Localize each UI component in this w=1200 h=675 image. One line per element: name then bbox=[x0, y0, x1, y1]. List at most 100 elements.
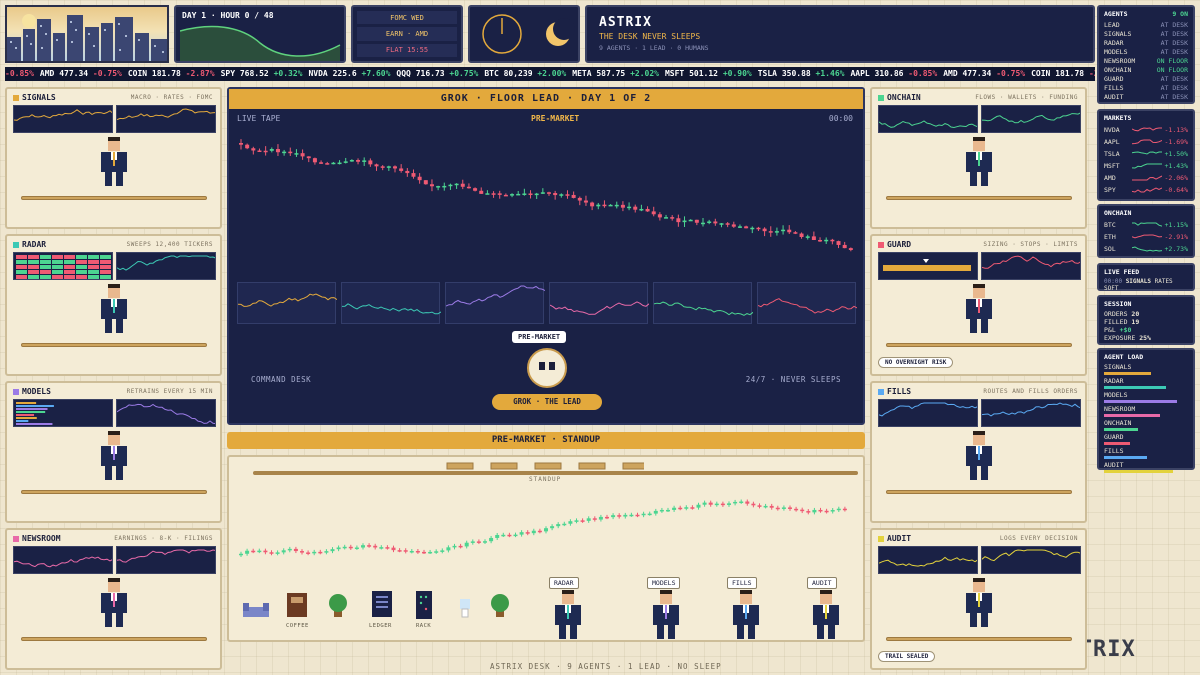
candle bbox=[374, 163, 379, 171]
agent-header: MODELS bbox=[13, 387, 51, 396]
candle bbox=[379, 545, 384, 550]
candle bbox=[446, 545, 451, 553]
agent-panel-audit[interactable]: AUDIT LOGS EVERY DECISION TRAIL SEALED bbox=[870, 528, 1087, 670]
heat-cell bbox=[88, 270, 99, 274]
agent-avatar[interactable] bbox=[97, 578, 131, 628]
server-rack-icon bbox=[416, 591, 432, 619]
candle bbox=[756, 226, 761, 231]
sparkline bbox=[982, 549, 1080, 562]
candle bbox=[583, 195, 588, 206]
candle bbox=[324, 549, 329, 555]
code-line bbox=[16, 414, 35, 416]
agent-avatar[interactable] bbox=[97, 137, 131, 187]
agent-panel-radar[interactable]: RADAR SWEEPS 12,400 TICKERS bbox=[5, 234, 222, 376]
agent-panel-models[interactable]: MODELS RETRAINS EVERY 15 MIN bbox=[5, 381, 222, 523]
agent-color-icon bbox=[13, 388, 19, 395]
heat-cell bbox=[28, 275, 39, 279]
candle bbox=[537, 528, 542, 534]
heat-cell bbox=[76, 255, 87, 259]
agent-avatar[interactable] bbox=[97, 431, 131, 481]
candle bbox=[434, 549, 439, 554]
ticker-price: 768.52 bbox=[239, 69, 269, 78]
candle bbox=[257, 548, 262, 554]
agent-avatar[interactable] bbox=[962, 137, 996, 187]
sofa-icon bbox=[243, 603, 269, 617]
markets-panel: MARKETS NVDA -1.13% AAPL -1.69% TSLA +1.50% MS… bbox=[1097, 109, 1195, 201]
lead-avatar[interactable] bbox=[527, 348, 567, 388]
candle bbox=[848, 247, 853, 252]
load-label: AUDIT bbox=[1104, 461, 1124, 469]
ticker-change: -0.75% bbox=[996, 69, 1026, 78]
market-symbol: SOL bbox=[1104, 245, 1116, 253]
session-label: ORDERS bbox=[1104, 310, 1128, 318]
agent-chart-1 bbox=[878, 399, 978, 427]
agent-panel-fills[interactable]: FILLS ROUTES AND FILLS ORDERS bbox=[870, 381, 1087, 523]
session-label: EXPOSURE bbox=[1104, 334, 1136, 342]
heat-cell bbox=[64, 255, 75, 259]
standup-floor: STANDUP COFFEE LEDGER RACK RADAR MODELS FI… bbox=[227, 455, 865, 642]
agent-status-name: FILLS bbox=[1104, 83, 1124, 92]
session-row: P&L +$0 bbox=[1104, 326, 1188, 334]
mini-chart bbox=[757, 282, 858, 324]
candle bbox=[442, 182, 447, 191]
command-desk-label: COMMAND DESK bbox=[251, 375, 312, 384]
agent-color-icon bbox=[878, 388, 884, 395]
standup-table bbox=[253, 471, 858, 475]
agents-title: AGENTS bbox=[1104, 10, 1128, 18]
agents-status-panel: AGENTS 9 ON LEAD AT DESK SIGNALS AT DESK RADA… bbox=[1097, 5, 1195, 104]
candle bbox=[645, 206, 650, 212]
ticker-change: -0.75% bbox=[92, 69, 122, 78]
agent-panel-newsroom[interactable]: NEWSROOM EARNINGS · 8-K · FILINGS bbox=[5, 528, 222, 670]
candle bbox=[678, 505, 683, 511]
code-line bbox=[16, 405, 54, 407]
candle bbox=[682, 216, 687, 228]
agent-chart-2 bbox=[981, 252, 1081, 280]
agent-color-icon bbox=[878, 535, 884, 542]
candle bbox=[367, 543, 372, 548]
agent-panel-signals[interactable]: SIGNALS MACRO · RATES · FOMC bbox=[5, 87, 222, 229]
mini-sparkline bbox=[653, 301, 754, 316]
agent-avatar[interactable] bbox=[729, 590, 763, 640]
event-earnings: EARN · AMD bbox=[357, 27, 457, 41]
heat-cell bbox=[76, 260, 87, 264]
agent-avatar[interactable] bbox=[97, 284, 131, 334]
candle bbox=[830, 508, 835, 514]
agent-avatar[interactable] bbox=[551, 590, 585, 640]
candle bbox=[269, 550, 274, 556]
agent-avatar[interactable] bbox=[809, 590, 843, 640]
candle bbox=[422, 549, 426, 554]
ticker-symbol: TSLA bbox=[757, 69, 777, 78]
heat-cell bbox=[16, 265, 27, 269]
candle bbox=[701, 217, 705, 227]
sparkline bbox=[1132, 246, 1163, 252]
agent-avatar[interactable] bbox=[962, 578, 996, 628]
coffee-machine-icon bbox=[287, 593, 307, 617]
candle bbox=[522, 188, 527, 196]
candle bbox=[399, 164, 404, 173]
load-bar bbox=[1104, 386, 1166, 389]
agent-panel-onchain[interactable]: ONCHAIN FLOWS · WALLETS · FUNDING bbox=[870, 87, 1087, 229]
agent-subtitle: RETRAINS EVERY 15 MIN bbox=[126, 388, 213, 395]
agent-avatar[interactable] bbox=[962, 284, 996, 334]
candle bbox=[688, 219, 693, 222]
heat-cell bbox=[88, 275, 99, 279]
ticker-item: AMD 477.34 -0.75% bbox=[943, 69, 1025, 78]
standup-tag-audit: AUDIT bbox=[807, 577, 837, 589]
candle bbox=[702, 500, 707, 507]
agent-status-row: GUARD AT DESK bbox=[1104, 74, 1188, 83]
market-row: BTC +1.15% bbox=[1104, 219, 1188, 231]
agent-panel-guard[interactable]: GUARD SIZING · STOPS · LIMITS NO OVERNIGHT… bbox=[870, 234, 1087, 376]
candle bbox=[824, 508, 829, 514]
heat-cell bbox=[52, 265, 63, 269]
candle bbox=[306, 156, 311, 163]
onchain-title: ONCHAIN bbox=[1104, 209, 1132, 217]
agent-avatar[interactable] bbox=[962, 431, 996, 481]
candle bbox=[362, 157, 367, 166]
candle bbox=[720, 501, 725, 507]
agent-avatar[interactable] bbox=[649, 590, 683, 640]
day-label: DAY 1 · HOUR 0 / 48 bbox=[182, 11, 274, 20]
candle bbox=[495, 532, 500, 540]
candle bbox=[534, 192, 539, 199]
sparkline bbox=[879, 556, 977, 567]
candle bbox=[614, 201, 619, 209]
